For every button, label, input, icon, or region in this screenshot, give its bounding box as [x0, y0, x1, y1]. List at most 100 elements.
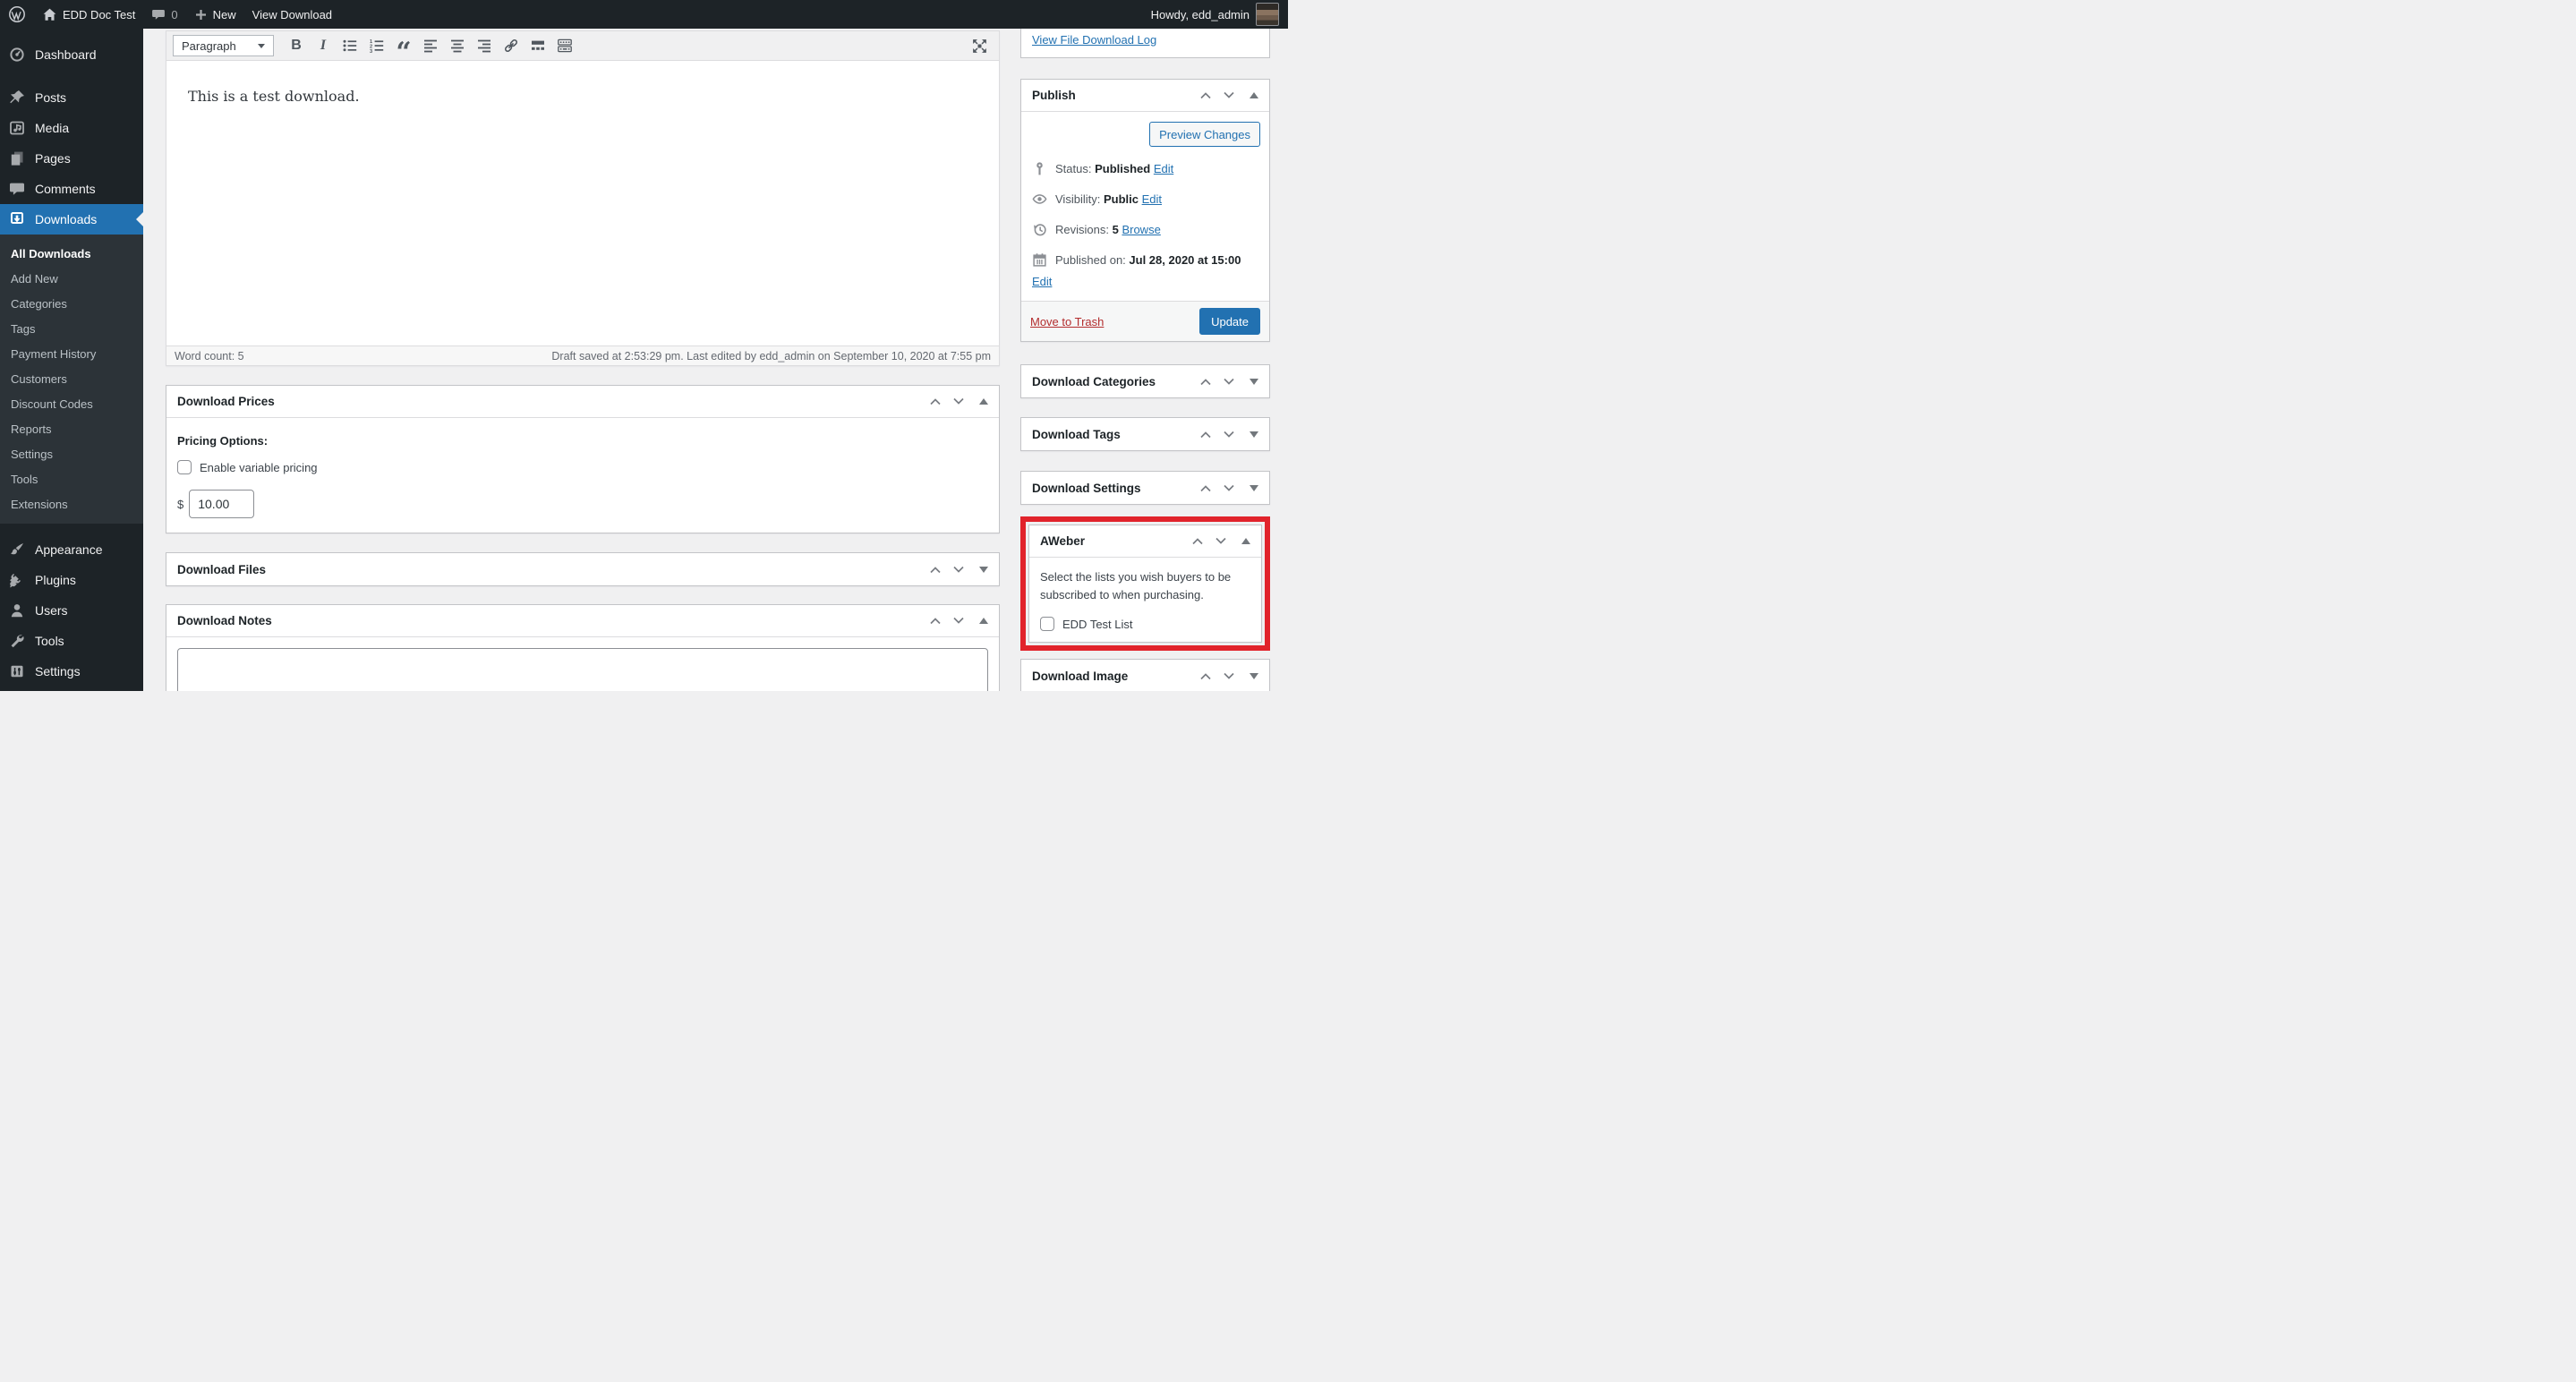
toggle-panel-button[interactable] — [979, 618, 988, 624]
move-down-button[interactable] — [952, 397, 965, 405]
toggle-panel-button[interactable] — [1250, 431, 1258, 438]
move-down-button[interactable] — [1223, 431, 1235, 439]
variable-pricing-checkbox[interactable] — [177, 460, 192, 474]
download-notes-textarea[interactable] — [177, 648, 988, 691]
metabox-header[interactable]: AWeber — [1029, 525, 1261, 558]
submenu-extensions[interactable]: Extensions — [0, 491, 143, 516]
move-up-button[interactable] — [929, 617, 942, 625]
sidebar-item-tools[interactable]: Tools — [0, 626, 143, 656]
metabox-header[interactable]: Download Notes — [166, 605, 999, 637]
italic-button[interactable]: I — [310, 34, 337, 57]
editor-content-area[interactable]: This is a test download. — [166, 61, 999, 346]
move-up-button[interactable] — [1199, 672, 1212, 680]
metabox-header[interactable]: Download Image — [1021, 660, 1269, 691]
price-input[interactable] — [189, 490, 255, 518]
toggle-panel-button[interactable] — [979, 398, 988, 405]
edit-visibility-link[interactable]: Edit — [1142, 192, 1162, 206]
wordpress-menu-button[interactable] — [0, 0, 34, 29]
metabox-header[interactable]: Download Categories — [1021, 365, 1269, 397]
metabox-header[interactable]: Download Prices — [166, 386, 999, 418]
toggle-panel-button[interactable] — [1241, 538, 1250, 544]
highlight-annotation: AWeber Select the lists you wish buyers … — [1020, 516, 1270, 652]
toggle-panel-button[interactable] — [1250, 484, 1258, 491]
new-content-button[interactable]: New — [186, 0, 244, 29]
move-down-button[interactable] — [1223, 91, 1235, 99]
move-down-button[interactable] — [1223, 378, 1235, 386]
submenu-all-downloads[interactable]: All Downloads — [0, 241, 143, 266]
toggle-panel-button[interactable] — [1250, 378, 1258, 385]
sidebar-item-pages[interactable]: Pages — [0, 143, 143, 174]
numbered-list-button[interactable]: 123 — [363, 34, 390, 57]
bulleted-list-button[interactable] — [337, 34, 363, 57]
align-center-button[interactable] — [444, 34, 471, 57]
aweber-list-row: EDD Test List — [1040, 617, 1250, 632]
keyboard-shortcuts-button[interactable] — [551, 34, 578, 57]
view-download-link[interactable]: View Download — [244, 0, 340, 29]
submenu-payment-history[interactable]: Payment History — [0, 341, 143, 366]
preview-changes-button[interactable]: Preview Changes — [1149, 122, 1260, 147]
metabox-header[interactable]: Download Settings — [1021, 472, 1269, 504]
paragraph-format-select[interactable]: Paragraph — [173, 35, 274, 56]
submenu-tools[interactable]: Tools — [0, 466, 143, 491]
submenu-settings[interactable]: Settings — [0, 441, 143, 466]
toggle-panel-button[interactable] — [1250, 92, 1258, 98]
submenu-reports[interactable]: Reports — [0, 416, 143, 441]
sidebar-item-settings[interactable]: Settings — [0, 656, 143, 687]
site-name-label: EDD Doc Test — [63, 7, 136, 21]
sidebar-item-media[interactable]: Media — [0, 113, 143, 143]
move-down-button[interactable] — [1215, 537, 1227, 545]
comments-link[interactable]: 0 — [143, 0, 185, 29]
submenu-discount-codes[interactable]: Discount Codes — [0, 391, 143, 416]
sidebar-item-comments[interactable]: Comments — [0, 174, 143, 204]
move-up-button[interactable] — [1199, 431, 1212, 439]
edit-status-link[interactable]: Edit — [1154, 162, 1173, 175]
sidebar-item-appearance[interactable]: Appearance — [0, 534, 143, 565]
status-text: Status: Published Edit — [1055, 160, 1173, 178]
sidebar-item-downloads[interactable]: Downloads — [0, 204, 143, 235]
more-tag-button[interactable] — [525, 34, 551, 57]
move-down-button[interactable] — [1223, 672, 1235, 680]
move-down-button[interactable] — [1223, 484, 1235, 492]
submenu-add-new[interactable]: Add New — [0, 266, 143, 291]
edit-published-link[interactable]: Edit — [1032, 275, 1052, 288]
view-file-download-log-link[interactable]: View File Download Log — [1032, 33, 1156, 47]
align-center-icon — [451, 39, 464, 53]
move-to-trash-link[interactable]: Move to Trash — [1030, 315, 1104, 328]
move-down-button[interactable] — [952, 566, 965, 574]
sidebar-item-posts[interactable]: Posts — [0, 82, 143, 113]
move-up-button[interactable] — [1191, 537, 1204, 545]
blockquote-button[interactable] — [390, 34, 417, 57]
content-editor: Paragraph B I 123 “ This is a test downl… — [166, 30, 1000, 366]
bold-button[interactable]: B — [283, 34, 310, 57]
browse-revisions-link[interactable]: Browse — [1122, 223, 1160, 236]
insert-link-button[interactable] — [498, 34, 525, 57]
move-up-button[interactable] — [929, 397, 942, 405]
metabox-header[interactable]: Publish — [1021, 80, 1269, 112]
fullscreen-button[interactable] — [966, 34, 993, 57]
metabox-header[interactable]: Download Tags — [1021, 418, 1269, 450]
metabox-title: Publish — [1032, 89, 1076, 102]
toggle-panel-button[interactable] — [979, 566, 988, 573]
site-name-link[interactable]: EDD Doc Test — [34, 0, 143, 29]
submenu-categories[interactable]: Categories — [0, 291, 143, 316]
update-button[interactable]: Update — [1199, 308, 1260, 335]
move-up-button[interactable] — [1199, 91, 1212, 99]
submenu-customers[interactable]: Customers — [0, 366, 143, 391]
edd-test-list-checkbox[interactable] — [1040, 617, 1054, 632]
sidebar-item-users[interactable]: Users — [0, 595, 143, 626]
sidebar-item-label: Users — [35, 603, 68, 618]
sidebar-item-dashboard[interactable]: Dashboard — [0, 39, 143, 70]
align-right-button[interactable] — [471, 34, 498, 57]
move-up-button[interactable] — [1199, 484, 1212, 492]
move-down-button[interactable] — [952, 617, 965, 625]
move-up-button[interactable] — [1199, 378, 1212, 386]
metabox-header[interactable]: Download Files — [166, 553, 999, 585]
user-avatar[interactable] — [1256, 3, 1279, 26]
align-left-button[interactable] — [417, 34, 444, 57]
move-up-button[interactable] — [929, 566, 942, 574]
admin-bar-account[interactable]: Howdy, edd_admin — [1151, 3, 1288, 26]
triangle-up-icon — [979, 613, 988, 624]
toggle-panel-button[interactable] — [1250, 672, 1258, 679]
submenu-tags[interactable]: Tags — [0, 316, 143, 341]
sidebar-item-plugins[interactable]: Plugins — [0, 565, 143, 595]
